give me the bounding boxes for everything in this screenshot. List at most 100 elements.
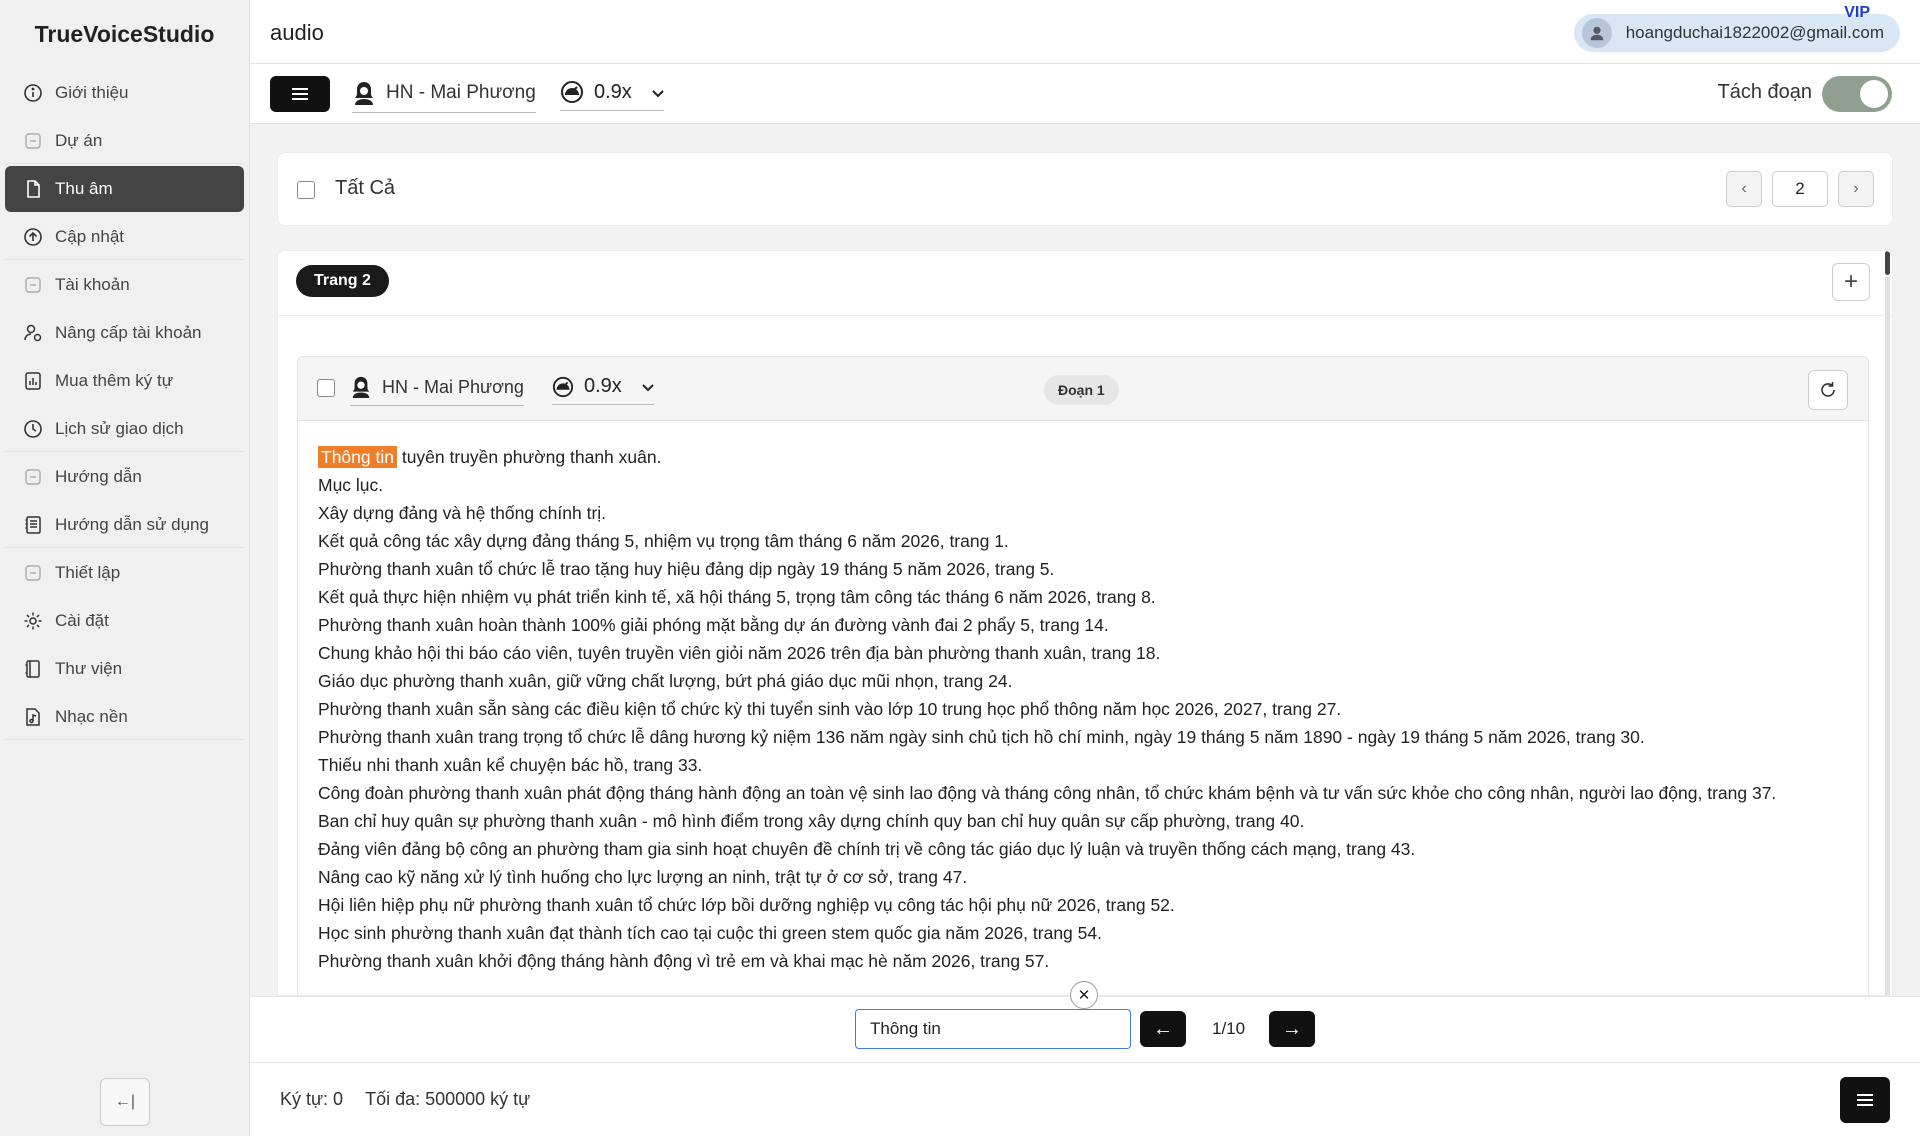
- sidebar-item-tai-khoan[interactable]: Tài khoản: [5, 262, 244, 308]
- sidebar-item-huong-dan-su-dung[interactable]: Hướng dẫn sử dụng: [5, 502, 244, 548]
- sidebar-item-cap-nhat[interactable]: Cập nhật: [5, 214, 244, 260]
- text-line: Phường thanh xuân hoàn thành 100% giải p…: [318, 615, 1109, 635]
- voice-avatar-icon: [352, 376, 370, 398]
- search-highlight: Thông tin: [318, 446, 397, 468]
- segment-speed-selector[interactable]: 0.9x: [552, 375, 654, 405]
- user-avatar-icon: [1581, 18, 1612, 48]
- text-line: Phường thanh xuân trang trọng tổ chức lễ…: [318, 727, 1645, 747]
- scrollbar-track[interactable]: [1885, 277, 1890, 995]
- info-icon: [23, 83, 43, 103]
- select-all-checkbox[interactable]: [297, 181, 315, 199]
- menu-button[interactable]: [270, 76, 330, 112]
- sidebar-item-thu-am[interactable]: Thu âm: [5, 166, 244, 212]
- collapse-sidebar-button[interactable]: ←|: [100, 1078, 150, 1126]
- sidebar-nav: Giới thiệu Dự án Thu âm Cập nhật Tài kho…: [0, 70, 249, 740]
- upload-circle-icon: [23, 227, 43, 247]
- gear-icon: [23, 611, 43, 631]
- sidebar-item-mua-them[interactable]: Mua thêm ký tự: [5, 358, 244, 404]
- close-icon: ✕: [1077, 987, 1091, 1004]
- chevron-down-icon: [642, 375, 654, 398]
- sidebar-item-gioi-thieu[interactable]: Giới thiệu: [5, 70, 244, 116]
- sidebar-item-cai-dat[interactable]: Cài đặt: [5, 598, 244, 644]
- page-label: Trang 2: [296, 265, 389, 297]
- char-max: Tối đa: 500000 ký tự: [365, 1089, 531, 1109]
- match-counter: 1/10: [1212, 1019, 1246, 1038]
- next-page-button[interactable]: ›: [1838, 171, 1874, 207]
- voice-selector[interactable]: HN - Mai Phương: [352, 80, 536, 113]
- vip-badge: VIP: [1844, 4, 1870, 21]
- footer-menu-button[interactable]: [1840, 1077, 1890, 1123]
- prev-match-button[interactable]: ←: [1140, 1011, 1186, 1047]
- sidebar-item-thu-vien[interactable]: Thư viện: [5, 646, 244, 692]
- regenerate-button[interactable]: [1808, 370, 1848, 410]
- find-bar: ✕ ← 1/10 →: [250, 981, 1920, 1062]
- split-segment-toggle[interactable]: [1822, 76, 1892, 112]
- text-line: Kết quả công tác xây dựng đảng tháng 5, …: [318, 531, 1009, 551]
- sidebar-item-huong-dan[interactable]: Hướng dẫn: [5, 454, 244, 500]
- sidebar-item-label: Tài khoản: [55, 275, 130, 294]
- refresh-icon: [1821, 382, 1835, 397]
- segment-voice-selector[interactable]: HN - Mai Phương: [350, 375, 524, 406]
- speed-selector[interactable]: 0.9x: [560, 80, 664, 111]
- page-number-input[interactable]: 2: [1772, 171, 1828, 207]
- sidebar-item-lich-su[interactable]: Lịch sử giao dịch: [5, 406, 244, 452]
- prev-page-button[interactable]: ‹: [1726, 171, 1762, 207]
- sidebar-item-label: Thư viện: [55, 659, 123, 678]
- text-line: Phường thanh xuân tổ chức lễ trao tặng h…: [318, 559, 1055, 579]
- chevron-down-icon: [652, 81, 664, 104]
- sidebar-item-label: Thu âm: [55, 179, 113, 198]
- toolbar: HN - Mai Phương 0.9x Tách đoạn: [250, 64, 1920, 124]
- user-email: hoangduchai1822002@gmail.com: [1625, 23, 1884, 42]
- speedometer-icon: [561, 81, 583, 103]
- sidebar-item-label: Giới thiệu: [55, 83, 129, 102]
- next-match-button[interactable]: →: [1269, 1011, 1315, 1047]
- find-input[interactable]: [855, 1009, 1131, 1049]
- text-line: Hội liên hiệp phụ nữ phường thanh xuân t…: [318, 895, 1175, 915]
- chevron-right-icon: ›: [1853, 180, 1859, 197]
- brand-logo: TrueVoiceStudio: [34, 20, 215, 47]
- sidebar-item-du-an[interactable]: Dự án: [5, 118, 244, 164]
- text-line: Chung khảo hội thi báo cáo viên, tuyên t…: [318, 643, 1161, 663]
- sidebar-item-label: Cài đặt: [55, 611, 109, 630]
- toggle-knob: [1860, 80, 1888, 108]
- text-line: Công đoàn phường thanh xuân phát động th…: [318, 783, 1777, 803]
- document-icon: [23, 515, 43, 535]
- sidebar-item-label: Nhạc nền: [55, 706, 128, 726]
- add-segment-button[interactable]: +: [1832, 263, 1870, 301]
- voice-avatar-icon: [355, 82, 373, 105]
- char-count: Ký tự: 0: [280, 1089, 344, 1109]
- hamburger-icon: [292, 88, 308, 100]
- segment-speed-value: 0.9x: [584, 375, 622, 397]
- char-counter: Ký tự: 0 Tối đa: 500000 ký tự: [280, 1089, 530, 1110]
- segment-checkbox[interactable]: [317, 379, 335, 397]
- sidebar-item-label: Lịch sử giao dịch: [55, 418, 184, 438]
- close-find-button[interactable]: ✕: [1070, 981, 1098, 1009]
- arrow-right-icon: →: [1282, 1017, 1302, 1040]
- clock-icon: [23, 419, 43, 439]
- text-line: Thiếu nhi thanh xuân kể chuyện bác hồ, t…: [318, 755, 703, 775]
- segment-text[interactable]: Thông tin tuyên truyền phường thanh xuân…: [318, 443, 1848, 975]
- file-icon: [23, 179, 43, 199]
- page-pager: ‹ 2 ›: [1726, 171, 1874, 207]
- sidebar-item-nang-cap[interactable]: Nâng cấp tài khoản: [5, 310, 244, 356]
- text-line: Giáo dục phường thanh xuân, giữ vững chấ…: [318, 671, 1013, 691]
- sidebar-item-label: Cập nhật: [55, 226, 124, 246]
- square-icon: [23, 563, 43, 583]
- sidebar-item-nhac-nen[interactable]: Nhạc nền: [5, 694, 244, 740]
- chart-icon: [23, 371, 43, 391]
- page-card: Trang 2 + HN - Mai Phương 0.9x Đoạn 1 Th…: [277, 250, 1893, 996]
- text-line: Mục lục.: [318, 475, 384, 495]
- text-line: Phường thanh xuân khởi động tháng hành đ…: [318, 951, 1050, 971]
- text-line: Kết quả thực hiện nhiệm vụ phát triển ki…: [318, 587, 1156, 607]
- text-line: Ban chỉ huy quân sự phường thanh xuân - …: [318, 811, 1305, 831]
- sidebar-item-thiet-lap[interactable]: Thiết lập: [5, 550, 244, 596]
- scrollbar-thumb[interactable]: [1885, 251, 1890, 275]
- square-icon: [23, 131, 43, 151]
- text-fragment: tuyên truyền phường thanh xuân.: [396, 447, 662, 467]
- sidebar-item-label: Hướng dẫn sử dụng: [55, 514, 209, 534]
- voice-name: HN - Mai Phương: [386, 82, 536, 103]
- segment-header: HN - Mai Phương 0.9x Đoạn 1: [298, 357, 1868, 421]
- segment-voice-name: HN - Mai Phương: [382, 376, 524, 397]
- segment-card: HN - Mai Phương 0.9x Đoạn 1 Thông tin tu…: [297, 356, 1869, 995]
- segment-label: Đoạn 1: [1044, 375, 1119, 405]
